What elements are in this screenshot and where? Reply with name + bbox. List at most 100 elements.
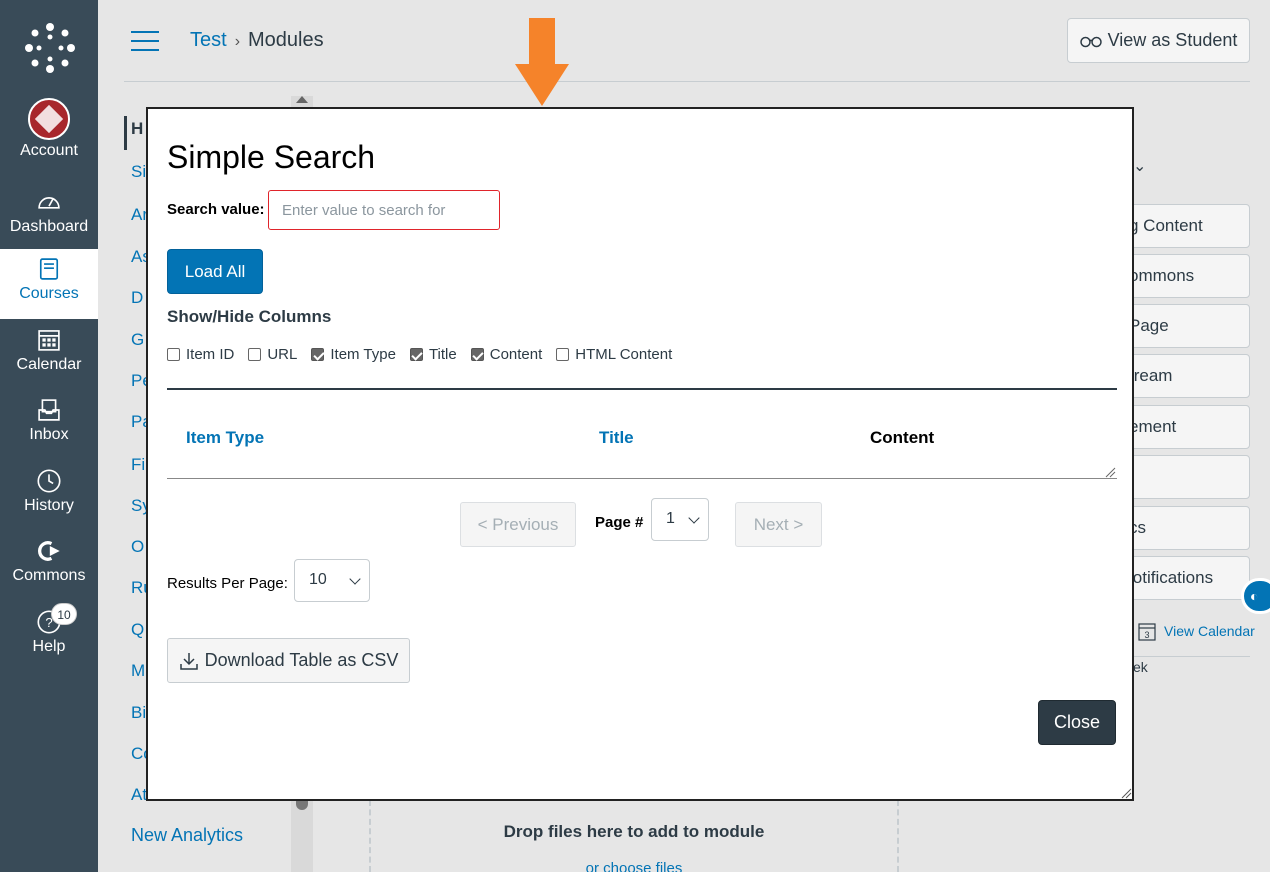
course-nav-item[interactable]: O [131,537,144,557]
download-csv-button[interactable]: Download Table as CSV [167,638,410,683]
chevron-down-icon[interactable]: ⌄ [1133,156,1146,176]
download-icon [179,652,198,670]
inbox-icon [38,399,60,421]
results-per-page-select[interactable]: 10 [294,559,370,602]
results-per-page-label: Results Per Page: [167,575,288,592]
close-button[interactable]: Close [1038,700,1116,745]
help-notification-badge: 10 [51,603,77,625]
nav-commons[interactable]: Commons [0,531,98,601]
column-toggle-content[interactable]: Content [470,346,543,363]
show-hide-columns-label: Show/Hide Columns [167,307,332,326]
column-toggles: Item ID URL Item Type Title Content HTML… [167,346,672,363]
breadcrumb-course-link[interactable]: Test [190,29,227,51]
course-nav-item[interactable]: Q [131,620,144,640]
course-nav-new-analytics[interactable]: New Analytics [131,825,243,846]
nav-inbox-label: Inbox [29,426,69,443]
page-number-select[interactable]: 1 [651,498,709,541]
download-csv-label: Download Table as CSV [204,650,399,670]
search-value-label: Search value: [167,201,265,218]
previous-page-button[interactable]: < Previous [460,502,576,547]
modal-resize-handle-icon[interactable] [1120,787,1132,799]
course-nav-item[interactable]: D [131,288,143,308]
view-as-student-button[interactable]: View as Student [1067,18,1250,63]
column-toggle-item-id[interactable]: Item ID [167,346,234,363]
courses-icon [39,258,59,280]
modal-title: Simple Search [167,139,376,175]
course-nav-item[interactable]: H [131,119,143,139]
course-nav-item[interactable]: At [131,785,147,805]
page-number-label: Page # [595,514,644,531]
column-header-content: Content [870,428,935,447]
checkbox[interactable] [556,348,570,361]
column-toggle-label: Item Type [330,346,396,363]
calendar-icon [38,330,60,351]
choose-files-link[interactable]: or choose files [369,860,899,872]
account-avatar [28,98,70,140]
column-toggle-label: Content [489,346,543,363]
hamburger-menu-icon[interactable] [131,31,159,51]
column-header-title[interactable]: Title [599,428,634,448]
column-toggle-label: Item ID [186,346,235,363]
header-divider [124,81,1250,82]
sidebar-divider [1130,656,1250,657]
checkbox[interactable] [248,348,262,361]
simple-search-modal: Simple Search Search value: Load All Sho… [146,107,1134,801]
nav-courses[interactable]: Courses [0,249,98,319]
course-nav-item[interactable]: M [131,661,145,681]
results-table-bottom-border [167,478,1117,479]
results-per-page-value: 10 [309,571,327,588]
checkbox[interactable] [167,348,180,361]
page-number-value: 1 [666,510,675,527]
column-header-item-type[interactable]: Item Type [186,428,264,448]
nav-dashboard-label: Dashboard [9,218,89,235]
course-nav-item[interactable]: Fi [131,455,145,475]
column-toggle-html-content[interactable]: HTML Content [556,346,672,363]
results-table-top-border [167,388,1117,390]
course-nav-item[interactable]: Si [131,162,146,182]
nav-calendar[interactable]: Calendar [0,320,98,390]
canvas-logo-icon[interactable] [24,22,76,74]
checkbox[interactable] [470,348,484,361]
orange-arrow-annotation-icon [515,18,569,106]
course-nav-item[interactable]: Bi [131,703,146,723]
view-as-student-label: View as Student [1107,30,1238,50]
nav-help-label: Help [32,638,66,655]
view-calendar-link[interactable]: 3 View Calendar [1138,621,1255,641]
table-resize-handle-icon[interactable] [1104,466,1116,478]
global-navigation: Account Dashboard Courses Calendar Inbox [0,0,98,872]
breadcrumb-current: Modules [248,29,324,51]
nav-account[interactable]: Account [0,98,98,168]
course-nav-active-indicator [124,116,127,150]
scroll-up-arrow-icon[interactable] [296,96,308,103]
checkbox[interactable] [409,348,423,361]
column-toggle-url[interactable]: URL [248,346,297,363]
nav-inbox[interactable]: Inbox [0,390,98,460]
nav-courses-label: Courses [19,285,79,302]
calendar-day-number: 3 [1144,630,1149,640]
load-all-button[interactable]: Load All [167,249,263,294]
nav-commons-label: Commons [12,567,86,584]
breadcrumb-separator: › [234,33,241,50]
dashboard-icon [38,197,60,209]
floating-chat-icon[interactable]: ◐ [1241,578,1270,614]
chevron-down-icon [688,512,700,524]
column-toggle-label: HTML Content [575,346,673,363]
nav-help[interactable]: ? Help [0,602,98,672]
chevron-down-icon [349,573,361,585]
next-page-button[interactable]: Next > [735,502,822,547]
week-text: ek [1133,659,1148,675]
nav-history-label: History [24,497,74,514]
nav-dashboard[interactable]: Dashboard [0,182,98,252]
nav-account-label: Account [20,142,78,159]
column-toggle-item-type[interactable]: Item Type [311,346,396,363]
course-nav-item[interactable]: G [131,330,144,350]
breadcrumb: Test › Modules [190,29,324,52]
nav-calendar-label: Calendar [16,356,82,373]
glasses-icon [1079,36,1102,47]
nav-history[interactable]: History [0,461,98,531]
search-value-input[interactable] [268,190,500,230]
commons-icon [38,541,60,561]
checkbox[interactable] [311,348,325,361]
column-toggle-title[interactable]: Title [409,346,457,363]
calendar-small-icon: 3 [1138,623,1156,641]
